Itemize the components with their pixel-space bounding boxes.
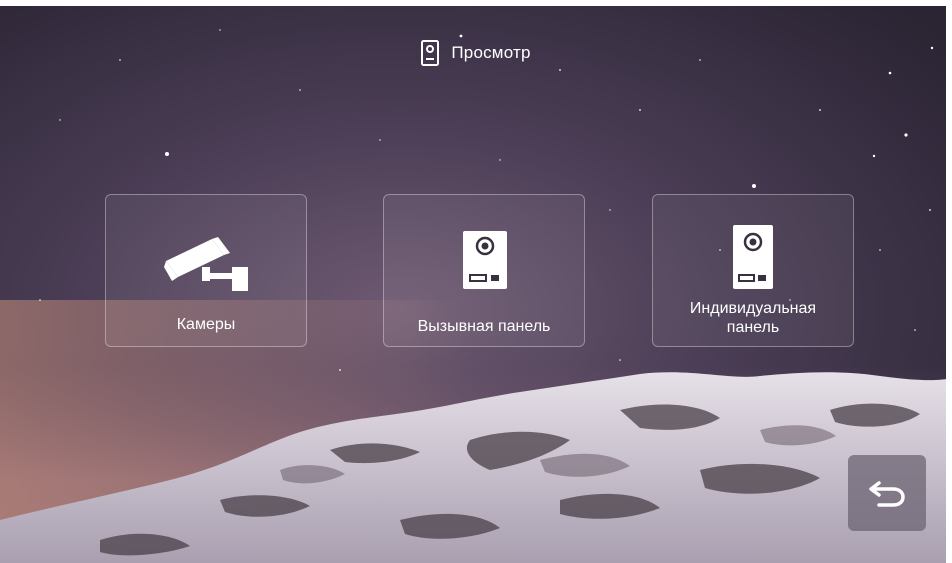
tile-label-individual-panel: Индивидуальная панель <box>653 299 853 337</box>
page-title: Просмотр <box>451 43 531 62</box>
tile-cameras[interactable]: Камеры <box>105 194 307 347</box>
tile-label-line1: Индивидуальная <box>689 300 817 317</box>
tile-label-cameras: Камеры <box>176 316 236 333</box>
tile-label-call-panel: Вызывная панель <box>417 318 551 335</box>
tile-call-panel[interactable]: Вызывная панель <box>383 194 585 347</box>
security-camera-icon <box>164 237 248 291</box>
screen-header: Просмотр <box>0 40 952 66</box>
back-button[interactable] <box>848 455 926 531</box>
tile-individual-panel[interactable]: Индивидуальная панель <box>652 194 854 347</box>
door-panel-icon <box>421 40 440 66</box>
back-arrow-icon <box>869 481 905 507</box>
call-panel-icon <box>463 231 507 289</box>
tile-label-line2: панель <box>726 319 780 336</box>
individual-panel-icon <box>733 225 773 289</box>
